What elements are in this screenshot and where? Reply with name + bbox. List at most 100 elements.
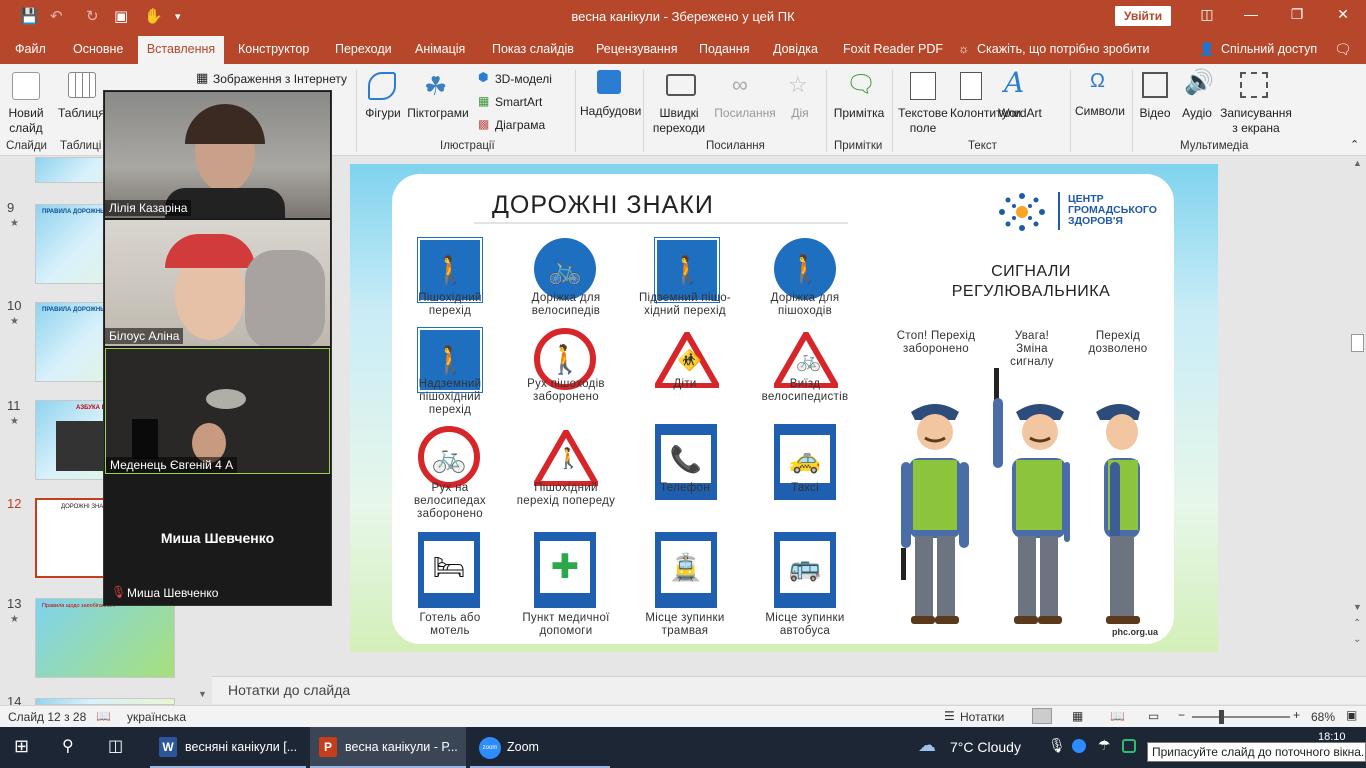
tab-transitions[interactable]: Переходи (335, 42, 392, 56)
scroll-down-icon[interactable]: ▼ (198, 689, 207, 699)
hotel-sign-icon[interactable]: 🛏 (418, 532, 480, 608)
task-view-icon[interactable]: ◫ (108, 736, 123, 756)
sign-caption[interactable]: Рух на велосипедах заборонено (404, 482, 496, 521)
comment-button[interactable]: Примітка (830, 106, 888, 121)
wifi-icon[interactable]: ☂ (1098, 737, 1111, 754)
scroll-up-icon[interactable]: ▲ (1353, 158, 1362, 168)
signal-go-caption[interactable]: Перехід дозволено (1080, 330, 1156, 356)
zoom-in-icon[interactable]: + (1293, 708, 1300, 722)
previous-slide-icon[interactable]: ⌃ (1353, 618, 1361, 629)
symbols-button[interactable]: Символи (1072, 104, 1128, 119)
notes-pane[interactable]: Нотатки до слайда (212, 676, 1366, 704)
sign-caption[interactable]: Місце зупинки трамвая (629, 612, 741, 638)
video-tile-1[interactable]: Лілія Казаріна (105, 92, 330, 218)
smartart-button[interactable]: SmartArt (495, 95, 542, 110)
ribbon-display-icon[interactable]: ◫ (1192, 6, 1222, 23)
table-button[interactable]: Таблиця (58, 106, 105, 121)
sign-caption[interactable]: Пішохідний перехід попереду (516, 482, 616, 508)
tram-stop-sign-icon[interactable]: 🚊 (655, 532, 717, 608)
pedestrian-path-sign-icon[interactable]: 🚶 (774, 238, 836, 300)
tell-me-input[interactable]: Скажіть, що потрібно зробити (977, 42, 1150, 56)
action-button[interactable]: Дія (782, 106, 818, 121)
tab-view[interactable]: Подання (699, 42, 749, 56)
tab-foxit[interactable]: Foxit Reader PDF (843, 42, 943, 56)
slide-sorter-icon[interactable]: ▦ (1072, 709, 1083, 723)
spelling-icon[interactable]: 📖 (96, 709, 111, 723)
sign-caption[interactable]: Пішохідний перехід (404, 292, 496, 318)
windows-start-icon[interactable]: ⊞ (14, 736, 29, 757)
tab-file[interactable]: Файл (15, 42, 46, 56)
video-button[interactable]: Відео (1135, 106, 1175, 121)
tab-home[interactable]: Основне (73, 42, 123, 56)
weather-text[interactable]: 7°C Cloudy (950, 739, 1021, 755)
sign-caption[interactable]: Пункт медичної допомоги (516, 612, 616, 638)
minimize-icon[interactable]: — (1236, 6, 1266, 22)
tray-app-icon[interactable] (1122, 739, 1136, 753)
zoom-tray-icon[interactable] (1072, 739, 1086, 753)
scrollbar-thumb[interactable] (1351, 334, 1364, 352)
maximize-icon[interactable]: ❐ (1282, 6, 1312, 23)
links-button[interactable]: Посилання (712, 106, 778, 121)
sign-caption[interactable]: Діти (629, 378, 741, 391)
video-tile-2[interactable]: Білоус Аліна (105, 220, 330, 346)
bicycle-path-sign-icon[interactable]: 🚲 (534, 238, 596, 300)
quick-links-button[interactable]: Швидкі переходи (648, 106, 710, 136)
sign-caption[interactable]: Доріжка для пішоходів (749, 292, 861, 318)
tab-insert[interactable]: Вставлення (138, 36, 224, 64)
sign-caption[interactable]: Рух пішоходів заборонено (516, 378, 616, 404)
close-icon[interactable]: ✕ (1328, 6, 1358, 23)
sign-caption[interactable]: Підземний пішо-хідний перехід (629, 292, 741, 318)
bus-stop-sign-icon[interactable]: 🚌 (774, 532, 836, 608)
video-tile-4[interactable]: Миша Шевченко 🎙 Миша Шевченко (105, 476, 330, 604)
new-slide-button[interactable]: Новий слайд (4, 106, 48, 136)
icons-button[interactable]: Піктограми (404, 106, 472, 121)
microphone-icon[interactable]: 🎙 (1048, 737, 1066, 754)
screen-recording-button[interactable]: Записування з екрана (1218, 106, 1294, 136)
chart-button[interactable]: Діаграма (495, 118, 545, 133)
normal-view-button[interactable] (1032, 708, 1052, 724)
signal-attention-caption[interactable]: Увага! Зміна сигналу (998, 330, 1066, 369)
sign-caption[interactable]: Виїзд велосипедистів (749, 378, 861, 404)
shapes-button[interactable]: Фігури (362, 106, 404, 121)
zoom-slider-track[interactable] (1192, 716, 1290, 718)
3d-models-button[interactable]: 3D-моделі (495, 72, 552, 87)
tab-help[interactable]: Довідка (773, 42, 818, 56)
signin-button[interactable]: Увійти (1115, 6, 1171, 26)
tab-review[interactable]: Рецензування (596, 42, 677, 56)
signals-title[interactable]: СИГНАЛИ РЕГУЛЮВАЛЬНИКА (928, 262, 1134, 302)
slide-thumbnail-13[interactable]: Правила щодо запобігання... (35, 598, 175, 678)
notes-toggle-button[interactable]: Нотатки (960, 710, 1004, 724)
sign-caption[interactable]: Місце зупинки автобуса (749, 612, 861, 638)
collapse-ribbon-icon[interactable]: ⌃ (1350, 138, 1359, 151)
tab-slideshow[interactable]: Показ слайдів (492, 42, 574, 56)
site-url[interactable]: phc.org.ua (1112, 627, 1158, 637)
sign-caption[interactable]: Доріжка для велосипедів (516, 292, 616, 318)
tab-design[interactable]: Конструктор (238, 42, 309, 56)
search-icon[interactable]: ⚲ (62, 736, 74, 756)
editor-scrollbar[interactable] (1350, 158, 1366, 674)
addins-button[interactable]: Надбудови (580, 104, 641, 119)
first-aid-sign-icon[interactable]: ✚ (534, 532, 596, 608)
sign-caption[interactable]: Надземний пішохідний перехід (404, 378, 496, 417)
header-footer-button[interactable]: Колонтитули (950, 106, 1021, 121)
no-bicycles-sign-icon[interactable]: 🚲 (418, 426, 480, 488)
online-pictures-button[interactable]: Зображення з Інтернету (213, 72, 347, 87)
sign-caption[interactable]: Телефон (629, 482, 741, 495)
org-name[interactable]: ЦЕНТР ГРОМАДСЬКОГО ЗДОРОВ'Я (1068, 194, 1164, 227)
tab-animations[interactable]: Анімація (415, 42, 465, 56)
sign-caption[interactable]: Таксі (749, 482, 861, 495)
wordart-button[interactable]: WordArt (994, 106, 1046, 121)
language-indicator[interactable]: українська (127, 710, 186, 724)
zoom-slider-handle[interactable] (1219, 710, 1224, 724)
reading-view-icon[interactable]: 📖 (1110, 709, 1125, 723)
textbox-button[interactable]: Текстове поле (897, 106, 949, 136)
sign-caption[interactable]: Готель або мотель (404, 612, 496, 638)
comments-icon[interactable]: 🗨 (1334, 41, 1352, 58)
signal-stop-caption[interactable]: Стоп! Перехід заборонено (894, 330, 978, 356)
slideshow-icon[interactable]: ▭ (1148, 709, 1159, 723)
zoom-level[interactable]: 68% (1311, 710, 1335, 724)
fit-to-window-icon[interactable]: ▣ (1346, 708, 1357, 722)
video-tile-3[interactable]: Меденець Євгеній 4 А (105, 348, 330, 474)
next-slide-icon[interactable]: ⌄ (1353, 634, 1361, 645)
share-button[interactable]: Спільний доступ (1221, 42, 1317, 56)
